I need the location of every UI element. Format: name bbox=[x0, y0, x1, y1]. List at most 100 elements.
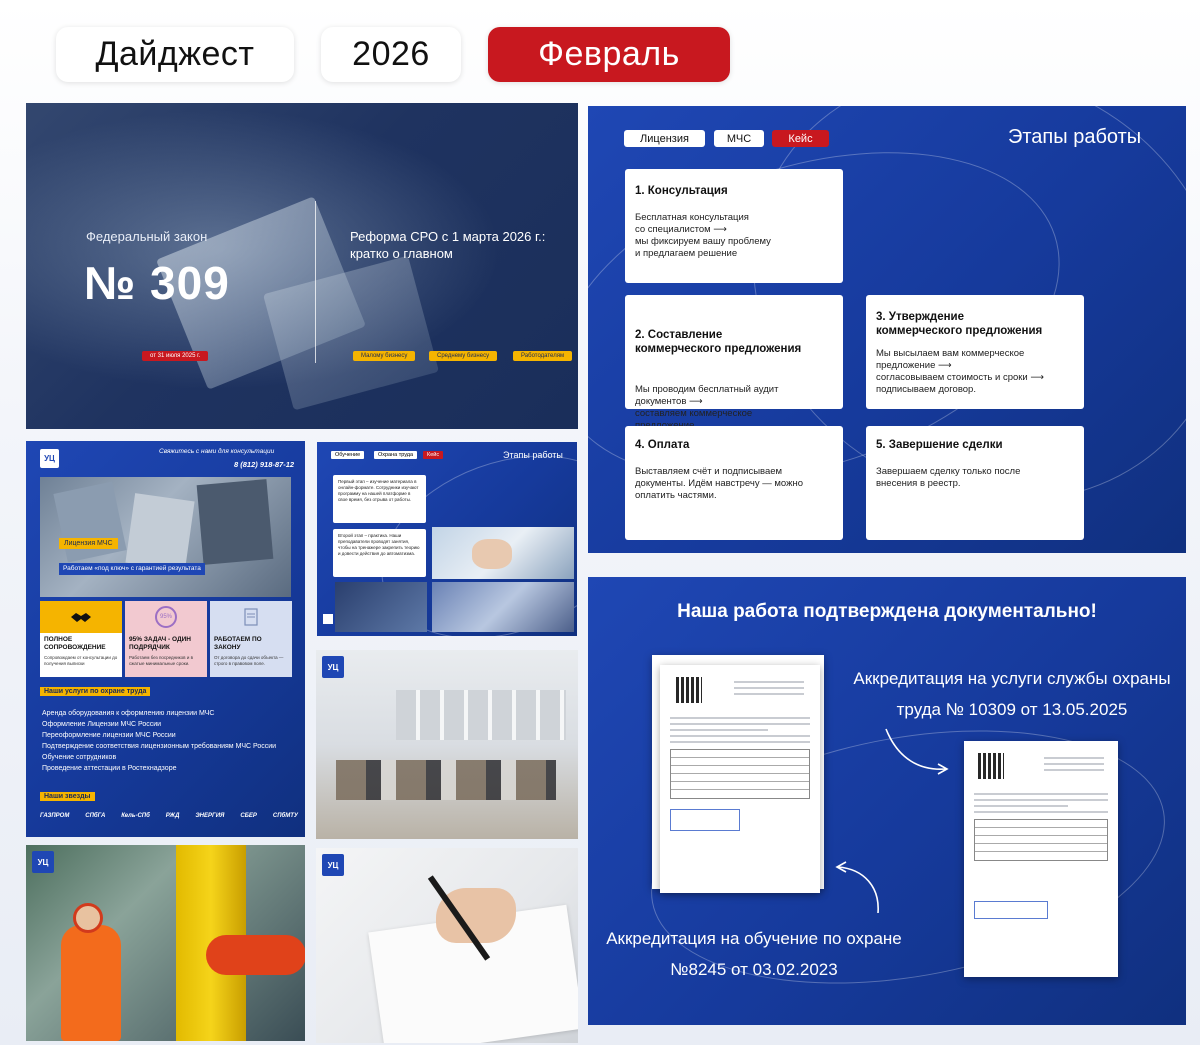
worker-photo: УЦ bbox=[26, 845, 305, 1041]
stage-title: 5. Завершение сделки bbox=[876, 439, 1003, 451]
service-item[interactable]: Оформление Лицензии МЧС России bbox=[42, 720, 292, 729]
contact-panel[interactable]: УЦ Свяжитесь с нами для консультации 8 (… bbox=[26, 441, 305, 837]
photo-document bbox=[125, 493, 195, 571]
uc-logo-small bbox=[323, 614, 333, 624]
divider bbox=[315, 201, 316, 363]
accreditation-text-left: Аккредитация на обучение по охране №8245… bbox=[606, 929, 902, 979]
law-date-tag: от 31 июля 2025 г. bbox=[142, 351, 209, 361]
stage-body: Завершаем сделку только после внесения в… bbox=[876, 466, 1021, 489]
service-item[interactable]: Подтверждение соответствия лицензионным … bbox=[42, 742, 282, 751]
service-item[interactable]: Обучение сотрудников bbox=[42, 753, 292, 762]
tab-case[interactable]: Кейс bbox=[772, 130, 829, 147]
red-pipe bbox=[206, 935, 305, 975]
law-panel[interactable]: Федеральный закон № 309 от 31 июля 2025 … bbox=[26, 103, 578, 429]
feature-subtitle: Работаем без посредников и в сжатые мини… bbox=[129, 655, 193, 666]
group-photo bbox=[335, 582, 427, 632]
tab-mchs[interactable]: МЧС bbox=[714, 130, 764, 147]
partners-heading: Наши звезды bbox=[40, 792, 95, 801]
reform-title: Реформа СРО с 1 марта 2026 г.: кратко о … bbox=[350, 229, 546, 261]
stage-card-approval: 3. Утверждение коммерческого предложения… bbox=[866, 295, 1084, 409]
contact-text: Свяжитесь с нами для консультации bbox=[159, 448, 275, 455]
stage-card-payment: 4. Оплата Выставляем счёт и подписываем … bbox=[625, 426, 843, 540]
phone-number[interactable]: 8 (812) 918-87-12 bbox=[234, 460, 294, 469]
license-tag: Лицензия МЧС bbox=[59, 538, 118, 549]
partner-logo: Кель-СПб bbox=[121, 813, 150, 819]
partner-logo: СПбМТУ bbox=[272, 813, 298, 819]
service-item[interactable]: Аренда оборудования к оформлению лицензи… bbox=[42, 709, 292, 718]
year-label: 2026 bbox=[321, 27, 461, 82]
photo-document bbox=[196, 479, 274, 565]
feature-title: РАБОТАЕМ ПО ЗАКОНУ bbox=[214, 636, 262, 651]
stage-title: 1. Консультация bbox=[635, 185, 728, 197]
digest-label: Дайджест bbox=[56, 27, 294, 82]
feature-one-contractor: 95% 95% ЗАДАЧ - ОДИН ПОДРЯДЧИК Работаем … bbox=[125, 601, 207, 677]
certificate-right bbox=[964, 741, 1118, 977]
month-label: Февраль bbox=[488, 27, 730, 82]
office-desks bbox=[336, 760, 556, 800]
partner-logo: РЖД bbox=[165, 813, 180, 819]
uc-logo: УЦ bbox=[40, 449, 59, 468]
tab-labor-safety[interactable]: Охрана труда bbox=[374, 451, 418, 459]
worker-figure bbox=[61, 925, 121, 1041]
tab-license[interactable]: Лицензия bbox=[624, 130, 705, 147]
tag-small-business: Малому бизнесу bbox=[353, 351, 416, 361]
stage-body: Мы проводим бесплатный аудит документов … bbox=[635, 384, 779, 431]
feature-title: ПОЛНОЕ СОПРОВОЖДЕНИЕ bbox=[44, 636, 106, 651]
signing-photo: УЦ bbox=[316, 848, 578, 1043]
stage-body: Мы высылаем вам коммерческое предложение… bbox=[876, 348, 1044, 395]
accreditation-heading: Наша работа подтверждена документально! bbox=[677, 601, 1097, 622]
office-windows bbox=[396, 690, 566, 740]
photo-document bbox=[53, 481, 127, 563]
feature-law: РАБОТАЕМ ПО ЗАКОНУ От договора до сдачи … bbox=[210, 601, 292, 677]
feature-subtitle: От договора до сдачи объекта — строго в … bbox=[214, 655, 284, 666]
tab-training[interactable]: Обучение bbox=[331, 451, 365, 459]
qr-code-icon bbox=[676, 677, 702, 703]
stage-title: 4. Оплата bbox=[635, 439, 690, 451]
stage-card-practice: Второй этап – практика. Наши преподавате… bbox=[333, 529, 426, 577]
tab-case[interactable]: Кейс bbox=[423, 451, 444, 459]
qr-code-icon bbox=[978, 753, 1004, 779]
feature-subtitle: Сопровождаем от консультации до получени… bbox=[44, 655, 118, 666]
training-photo bbox=[432, 527, 574, 579]
worker-head bbox=[73, 903, 103, 933]
law-number: № 309 bbox=[84, 257, 230, 309]
accreditation-panel[interactable]: Наша работа подтверждена документально! bbox=[588, 577, 1186, 1025]
service-item[interactable]: Проведение аттестации в Ростехнадзоре bbox=[42, 764, 292, 773]
stage-title: 3. Утверждение коммерческого предложения bbox=[876, 311, 1043, 337]
accreditation-text-right: Аккредитация на услуги службы охраны тру… bbox=[853, 669, 1171, 719]
uc-logo: УЦ bbox=[322, 854, 344, 876]
document-icon bbox=[210, 601, 292, 633]
small-stages-title: Этапы работы bbox=[503, 450, 563, 460]
stage-title: 2. Составление коммерческого предложения bbox=[635, 329, 802, 355]
class-photo bbox=[432, 582, 574, 632]
office-photo: УЦ bbox=[316, 650, 578, 839]
partner-logo: ЭНЕРГИЯ bbox=[195, 813, 225, 819]
stages-panel[interactable]: Лицензия МЧС Кейс Этапы работы 1. Консул… bbox=[588, 106, 1186, 553]
law-caption: Федеральный закон bbox=[86, 229, 208, 244]
partner-logo: ГАЗПРОМ bbox=[40, 813, 70, 819]
stage-body: Бесплатная консультация со специалистом … bbox=[635, 212, 771, 259]
services-heading: Наши услуги по охране труда bbox=[40, 687, 151, 696]
feature-title: 95% ЗАДАЧ - ОДИН ПОДРЯДЧИК bbox=[129, 636, 191, 651]
partner-logo: СПбГА bbox=[85, 813, 106, 819]
tag-employers: Работодателям bbox=[513, 351, 573, 361]
partner-logo: СБЕР bbox=[240, 813, 257, 819]
uc-logo: УЦ bbox=[32, 851, 54, 873]
small-stages-panel[interactable]: Обучение Охрана труда Кейс Этапы работы … bbox=[317, 442, 577, 636]
arrow-right-icon bbox=[885, 728, 949, 775]
stages-title: Этапы работы bbox=[1008, 126, 1142, 148]
services-list: Аренда оборудования к оформлению лицензи… bbox=[42, 709, 292, 773]
feature-full-support: ПОЛНОЕ СОПРОВОЖДЕНИЕ Сопровождаем от кон… bbox=[40, 601, 122, 677]
service-item[interactable]: Переоформление лицензии МЧС России bbox=[42, 731, 292, 740]
arrow-up-icon bbox=[835, 861, 879, 914]
documents-photo bbox=[40, 477, 291, 597]
partners-row: ГАЗПРОМ СПбГА Кель-СПб РЖД ЭНЕРГИЯ СБЕР … bbox=[40, 813, 298, 819]
stage-card-completion: 5. Завершение сделки Завершаем сделку то… bbox=[866, 426, 1084, 540]
handshake-icon bbox=[40, 601, 122, 633]
mannequin-shape bbox=[472, 539, 512, 569]
stage-card-online: Первый этап – изучение материала в онлай… bbox=[333, 475, 426, 523]
stage-body: Выставляем счёт и подписываем документы.… bbox=[635, 466, 803, 501]
stage-card-proposal: 2. Составление коммерческого предложения… bbox=[625, 295, 843, 431]
license-subtitle: Работаем «под ключ» с гарантией результа… bbox=[59, 563, 205, 575]
certificate-left bbox=[660, 665, 820, 893]
